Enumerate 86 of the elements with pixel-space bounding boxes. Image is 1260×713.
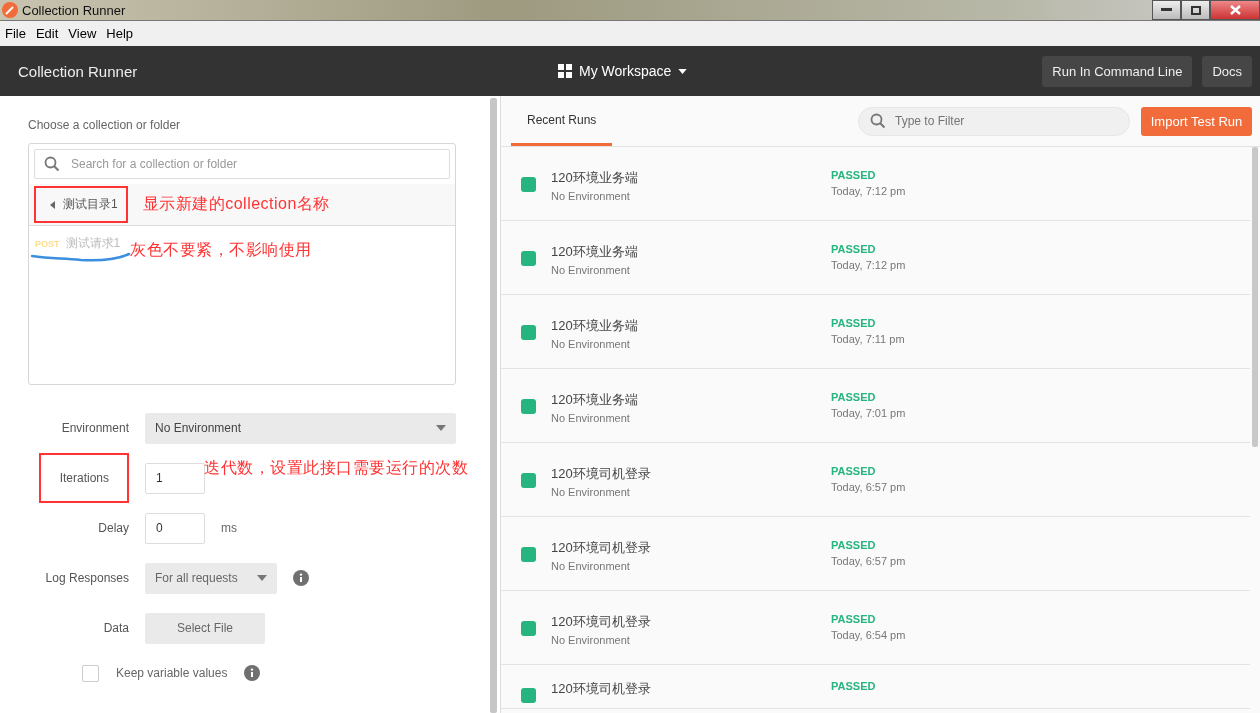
run-name: 120环境业务端 — [551, 243, 639, 261]
close-button[interactable] — [1210, 0, 1260, 20]
unit-label: ms — [221, 521, 237, 535]
run-name: 120环境业务端 — [551, 391, 639, 409]
app-title: Collection Runner — [18, 62, 139, 80]
run-time: Today, 7:12 pm — [831, 259, 906, 271]
run-status: PASSED — [831, 680, 876, 692]
close-icon — [1229, 5, 1241, 15]
field-label: Iterations — [39, 453, 129, 503]
run-row[interactable]: 120环境司机登录 No Environment PASSED Today, 6:54 pm — [501, 591, 1250, 665]
scrollbar[interactable] — [1252, 147, 1258, 447]
select-file-button[interactable]: Select File — [145, 612, 265, 644]
caret-icon — [436, 425, 446, 431]
menu-item[interactable]: Help — [101, 26, 139, 41]
run-environment: No Environment — [551, 634, 631, 646]
run-row[interactable]: 120环境司机登录 No Environment PASSED Today, 6:57 pm — [501, 443, 1250, 517]
run-status: PASSED — [831, 613, 877, 625]
run-status: PASSED — [831, 391, 877, 403]
search-field[interactable]: Search for a collection or folder — [34, 149, 450, 179]
grid-icon — [558, 64, 572, 78]
run-name: 120环境司机登录 — [551, 613, 652, 631]
field-label: Data — [102, 621, 129, 635]
run-name: 120环境司机登录 — [551, 465, 652, 483]
menu-item[interactable]: File — [0, 26, 31, 41]
run-row[interactable]: 120环境司机登录 No Environment PASSED Today, 6:57 pm — [501, 517, 1250, 591]
run-name: 120环境司机登录 — [551, 680, 652, 698]
caret-icon — [50, 200, 55, 209]
info-icon[interactable] — [244, 665, 261, 681]
run-environment: No Environment — [551, 338, 631, 350]
minimize-icon — [1161, 8, 1172, 12]
run-environment: No Environment — [551, 190, 631, 202]
run-name: 120环境司机登录 — [551, 539, 652, 557]
run-time: Today, 6:54 pm — [831, 629, 906, 641]
search-icon — [870, 112, 886, 129]
field-label: Environment — [60, 421, 129, 435]
run-row[interactable]: 120环境业务端 No Environment PASSED Today, 7:12 pm — [501, 221, 1250, 295]
run-in-command-line-button[interactable]: Run In Command Line — [1042, 55, 1193, 87]
run-status: PASSED — [831, 539, 877, 551]
run-environment: No Environment — [551, 264, 631, 276]
run-environment: No Environment — [551, 412, 631, 424]
maximize-icon — [1190, 5, 1201, 15]
annotation-text: 灰色不要紧，不影响使用 — [130, 240, 312, 260]
maximize-button[interactable] — [1181, 0, 1210, 20]
collection-item[interactable]: 测试目录1 — [34, 186, 128, 223]
menu-item[interactable]: Edit — [30, 26, 64, 41]
run-status: PASSED — [831, 317, 877, 329]
run-time: Today, 7:01 pm — [831, 407, 906, 419]
filter-field[interactable]: Type to Filter — [858, 106, 1130, 136]
annotation-text: 显示新建的collection名称 — [142, 194, 330, 214]
run-status: PASSED — [831, 169, 877, 181]
number-input[interactable]: 1 — [145, 462, 205, 494]
run-time: Today, 6:57 pm — [831, 481, 906, 493]
field-label: Log Responses — [44, 571, 129, 585]
window-title: Collection Runner — [22, 3, 126, 18]
run-status: PASSED — [831, 465, 877, 477]
minimize-button[interactable] — [1152, 0, 1181, 20]
search-icon — [44, 156, 60, 172]
caret-icon — [678, 68, 688, 74]
run-name: 120环境业务端 — [551, 317, 639, 335]
checkbox[interactable] — [82, 664, 99, 682]
run-time: Today, 6:57 pm — [831, 555, 906, 567]
annotation-text: 迭代数，设置此接口需要运行的次数 — [204, 458, 468, 478]
tab[interactable]: Recent Runs — [511, 96, 613, 146]
menu-item[interactable]: View — [63, 26, 102, 41]
field-label: Delay — [97, 521, 129, 535]
run-row[interactable]: 120环境司机登录 PASSED — [501, 665, 1250, 709]
run-name: 120环境业务端 — [551, 169, 639, 187]
docs-button[interactable]: Docs — [1202, 55, 1252, 87]
section-label: Choose a collection or folder — [28, 118, 182, 132]
run-time: Today, 7:11 pm — [831, 333, 905, 345]
run-row[interactable]: 120环境业务端 No Environment PASSED Today, 7:01 pm — [501, 369, 1250, 443]
run-row[interactable]: 120环境业务端 No Environment PASSED Today, 7:11 pm — [501, 295, 1250, 369]
scrollbar[interactable] — [490, 98, 497, 713]
run-row[interactable]: 120环境业务端 No Environment PASSED Today, 7:12 pm — [501, 147, 1250, 221]
workspace-switcher[interactable]: My Workspace — [558, 63, 688, 79]
run-environment: No Environment — [551, 560, 631, 572]
caret-icon — [257, 575, 267, 581]
info-icon[interactable] — [293, 570, 309, 586]
environment-dropdown[interactable]: No Environment — [145, 412, 456, 444]
checkbox-label: Keep variable values — [116, 666, 228, 680]
run-environment: No Environment — [551, 486, 631, 498]
run-time: Today, 7:12 pm — [831, 185, 906, 197]
run-status: PASSED — [831, 243, 877, 255]
number-input[interactable]: 0 — [145, 512, 205, 544]
log-responses-dropdown[interactable]: For all requests — [145, 562, 277, 594]
app-logo-icon — [2, 2, 18, 18]
